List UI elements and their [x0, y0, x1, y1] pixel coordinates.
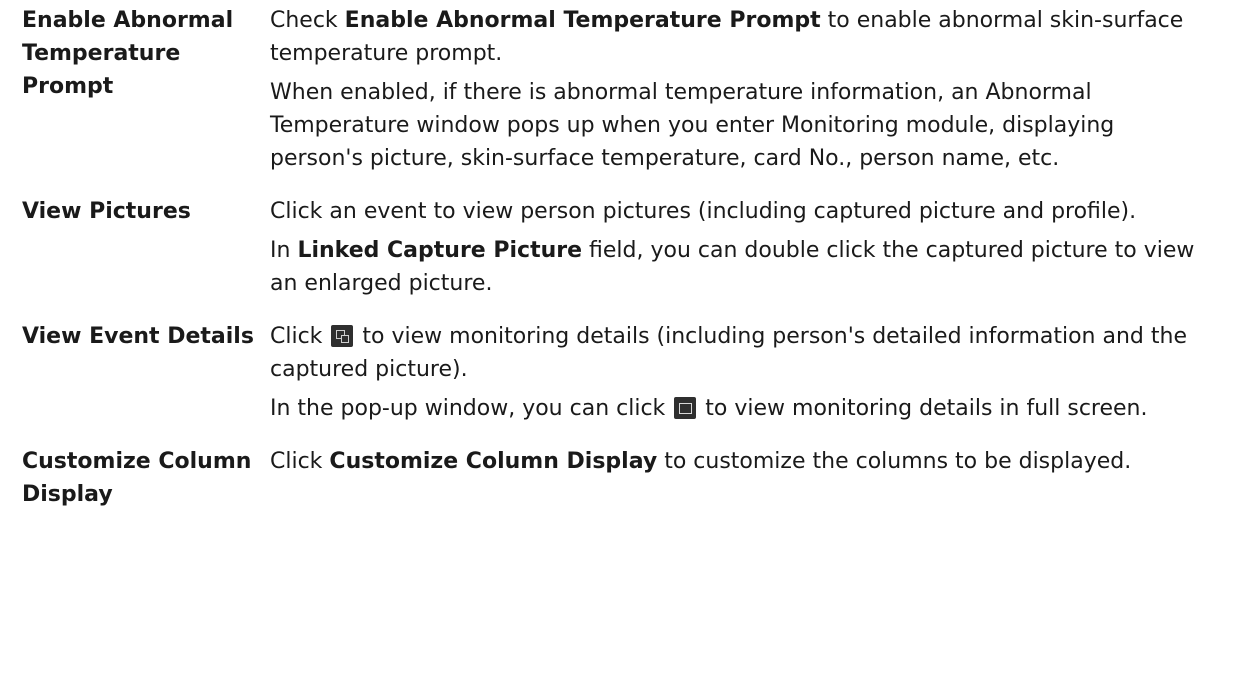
parameter-name-line: Customize Column	[22, 449, 252, 474]
parameter-name: Customize Column Display	[0, 445, 270, 511]
parameter-name: Enable Abnormal Temperature Prompt	[0, 4, 270, 103]
table-row: Customize Column Display Click Customize…	[0, 441, 1240, 511]
parameter-description: Click to view monitoring details (includ…	[270, 320, 1210, 431]
text-run: Click	[270, 449, 330, 474]
parameter-name-line: Display	[22, 482, 113, 507]
parameter-table: Enable Abnormal Temperature Prompt Check…	[0, 0, 1240, 511]
text-run: In the pop-up window, you can click	[270, 396, 673, 421]
text-run: Check	[270, 8, 345, 33]
parameter-name: View Pictures	[22, 199, 191, 224]
full-screen-icon	[674, 397, 697, 419]
ui-element-name: Customize Column Display	[329, 449, 658, 474]
table-row: View Pictures Click an event to view per…	[0, 191, 1240, 306]
text-run: to customize the columns to be displayed…	[657, 449, 1132, 474]
event-details-icon	[331, 325, 354, 347]
parameter-name-line: Temperature	[22, 41, 181, 66]
description-paragraph: Click Customize Column Display to custom…	[270, 445, 1210, 478]
table-row: Enable Abnormal Temperature Prompt Check…	[0, 0, 1240, 181]
ui-element-name: Linked Capture Picture	[297, 238, 583, 263]
text-run: Click	[270, 324, 330, 349]
parameter-description: Click Customize Column Display to custom…	[270, 445, 1210, 484]
description-paragraph: Click an event to view person pictures (…	[270, 199, 1137, 224]
parameter-name-line: Enable Abnormal	[22, 8, 234, 33]
text-run: In	[270, 238, 298, 263]
parameter-description: Check Enable Abnormal Temperature Prompt…	[270, 4, 1210, 181]
description-paragraph: When enabled, if there is abnormal tempe…	[270, 80, 1115, 171]
description-paragraph: In Linked Capture Picture field, you can…	[270, 234, 1210, 300]
parameter-name-line: Prompt	[22, 74, 114, 99]
description-paragraph: In the pop-up window, you can click to v…	[270, 392, 1210, 425]
ui-element-name: Enable Abnormal Temperature Prompt	[344, 8, 821, 33]
description-paragraph: Check Enable Abnormal Temperature Prompt…	[270, 4, 1210, 70]
text-run: to view monitoring details in full scree…	[698, 396, 1148, 421]
description-paragraph: Click to view monitoring details (includ…	[270, 320, 1210, 386]
text-run: to view monitoring details (including pe…	[270, 324, 1187, 382]
parameter-name: View Event Details	[22, 324, 254, 349]
parameter-description: Click an event to view person pictures (…	[270, 195, 1210, 306]
table-row: View Event Details Click to view monitor…	[0, 316, 1240, 431]
